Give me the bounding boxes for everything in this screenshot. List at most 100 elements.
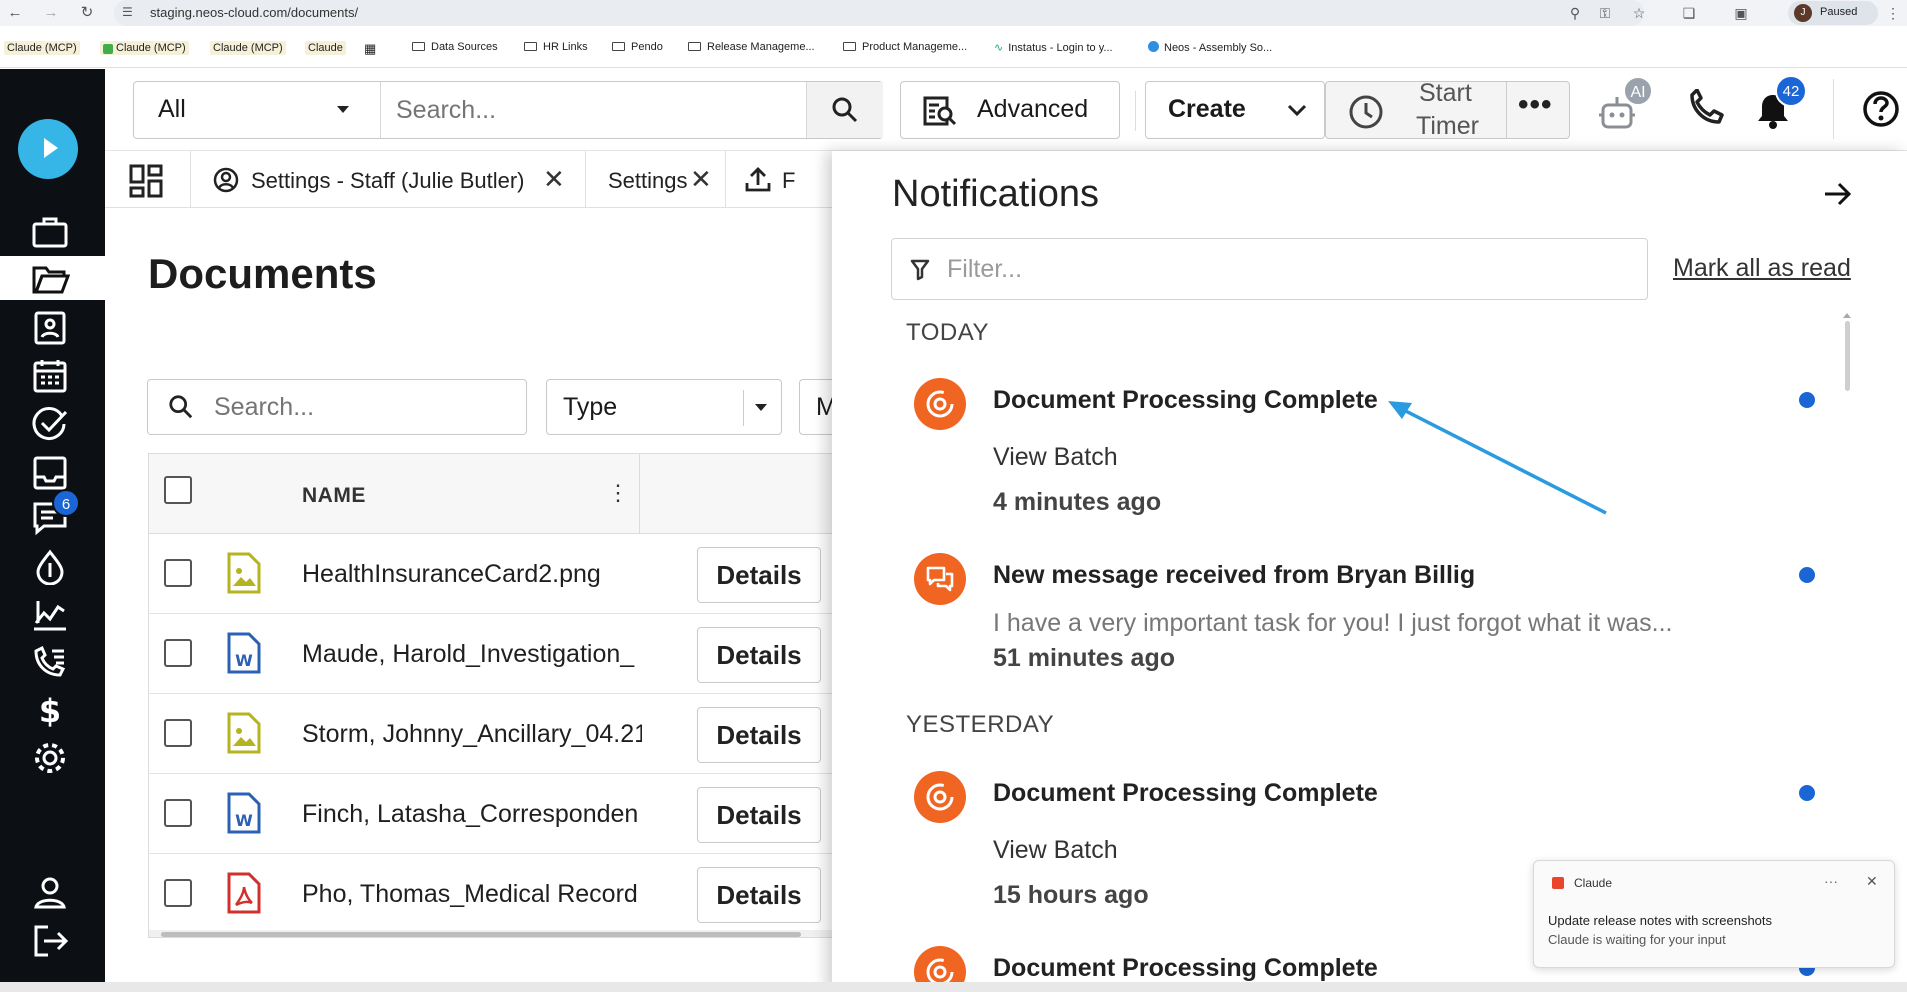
cast-icon[interactable]: ▣: [1732, 4, 1750, 22]
help-button[interactable]: [1861, 89, 1905, 133]
advanced-search-button[interactable]: Advanced: [900, 81, 1120, 139]
extensions-icon[interactable]: ❏: [1680, 4, 1698, 22]
sidebar-item-flow[interactable]: [0, 543, 105, 587]
type-filter[interactable]: Type: [546, 379, 782, 435]
sidebar-item-calls[interactable]: [0, 639, 105, 683]
bookmark-folder[interactable]: HR Links: [524, 41, 588, 53]
sidebar-item-cases[interactable]: [0, 209, 105, 253]
notification-item[interactable]: Document Processing Complete View Batch …: [832, 376, 1832, 526]
sidebar-item-billing[interactable]: $: [0, 686, 105, 730]
bookmark-item[interactable]: ∿ Instatus - Login to y...: [994, 41, 1113, 54]
bookmark-folder[interactable]: Pendo: [612, 41, 663, 53]
row-checkbox[interactable]: [164, 719, 192, 747]
zoom-icon[interactable]: ⚲: [1566, 4, 1584, 22]
create-button[interactable]: Create: [1145, 81, 1325, 139]
sidebar-item-calendar[interactable]: [0, 352, 105, 396]
column-menu-icon[interactable]: ⋮: [607, 480, 629, 506]
row-checkbox[interactable]: [164, 639, 192, 667]
vertical-scrollbar[interactable]: [1845, 321, 1850, 391]
bookmark-folder[interactable]: Data Sources: [412, 41, 498, 53]
more-options-icon[interactable]: ···: [1824, 873, 1838, 889]
back-icon[interactable]: ←: [4, 2, 26, 24]
global-search-input[interactable]: [396, 92, 796, 128]
bookmark-folder[interactable]: Product Manageme...: [843, 41, 967, 53]
app-logo[interactable]: [18, 119, 78, 179]
arrow-right-icon[interactable]: [1822, 179, 1854, 209]
view-batch-link[interactable]: View Batch: [993, 443, 1118, 472]
forward-icon[interactable]: →: [40, 2, 62, 24]
documents-search-input[interactable]: [214, 390, 514, 424]
bookmark-item[interactable]: Neos - Assembly So...: [1148, 41, 1272, 54]
unread-dot[interactable]: [1799, 567, 1815, 583]
dollar-icon: $: [39, 692, 61, 728]
tab-files[interactable]: F: [726, 151, 846, 208]
star-icon[interactable]: ☆: [1630, 4, 1648, 22]
table-row[interactable]: Storm, Johnny_Ancillary_04.21 Details: [149, 694, 838, 774]
notifications-filter-input[interactable]: [947, 251, 1627, 287]
tab-settings[interactable]: Settings ✕: [586, 151, 726, 208]
toast-notification[interactable]: Claude ··· ✕ Update release notes with s…: [1533, 860, 1895, 968]
bookmark-folder[interactable]: Release Manageme...: [688, 41, 815, 53]
file-name[interactable]: HealthInsuranceCard2.png: [302, 560, 642, 589]
reload-icon[interactable]: ↻: [76, 2, 98, 24]
close-icon[interactable]: ✕: [690, 164, 712, 195]
close-icon[interactable]: ✕: [543, 164, 565, 195]
row-checkbox[interactable]: [164, 559, 192, 587]
table-row[interactable]: HealthInsuranceCard2.png Details: [149, 534, 838, 614]
details-button[interactable]: Details: [697, 547, 821, 603]
bookmark-item[interactable]: Claude (MCP): [210, 41, 286, 55]
ai-assistant-button[interactable]: AI: [1593, 76, 1653, 135]
details-button[interactable]: Details: [697, 707, 821, 763]
sidebar-item-inbox[interactable]: [0, 449, 105, 493]
site-settings-icon[interactable]: ☰: [122, 5, 133, 19]
start-timer-button[interactable]: Start Timer •••: [1325, 79, 1570, 140]
search-button[interactable]: [806, 82, 883, 138]
select-all-checkbox[interactable]: [164, 476, 192, 504]
file-name[interactable]: Maude, Harold_Investigation_: [302, 640, 642, 669]
bookmark-item[interactable]: Claude (MCP): [100, 41, 189, 55]
apps-icon[interactable]: ▦: [364, 41, 376, 57]
file-name[interactable]: Storm, Johnny_Ancillary_04.21: [302, 720, 642, 749]
horizontal-scrollbar[interactable]: [149, 930, 838, 937]
bookmark-item[interactable]: Claude: [305, 41, 346, 55]
row-checkbox[interactable]: [164, 879, 192, 907]
unread-dot[interactable]: [1799, 785, 1815, 801]
view-batch-link[interactable]: View Batch: [993, 836, 1118, 865]
table-row[interactable]: W Finch, Latasha_Corresponden Details: [149, 774, 838, 854]
notification-item[interactable]: New message received from Bryan Billig I…: [832, 553, 1832, 683]
notification-title: Document Processing Complete: [993, 779, 1378, 807]
table-row[interactable]: Pho, Thomas_Medical Record Details: [149, 854, 838, 934]
file-name[interactable]: Pho, Thomas_Medical Record: [302, 880, 642, 909]
profile-chip[interactable]: J Paused: [1788, 1, 1878, 25]
details-button[interactable]: Details: [697, 787, 821, 843]
unread-dot[interactable]: [1799, 392, 1815, 408]
scroll-up-icon[interactable]: [1843, 313, 1851, 318]
tab-dashboard[interactable]: [105, 151, 191, 208]
sidebar-item-documents[interactable]: [0, 256, 105, 300]
file-name[interactable]: Finch, Latasha_Corresponden: [302, 800, 642, 829]
tab-settings-staff[interactable]: Settings - Staff (Julie Butler) ✕: [191, 151, 586, 208]
details-button[interactable]: Details: [697, 627, 821, 683]
notifications-button[interactable]: 42: [1750, 75, 1807, 137]
sidebar-item-reports[interactable]: [0, 591, 105, 635]
address-bar[interactable]: ☰ staging.neos-cloud.com/documents/: [114, 0, 1644, 26]
sidebar-item-contacts[interactable]: [0, 304, 105, 348]
bookmark-label: Product Manageme...: [862, 41, 968, 53]
sidebar-item-logout[interactable]: [0, 917, 105, 961]
scrollbar-thumb[interactable]: [161, 932, 801, 937]
row-checkbox[interactable]: [164, 799, 192, 827]
mark-all-read-link[interactable]: Mark all as read: [1673, 254, 1851, 283]
close-icon[interactable]: ✕: [1866, 873, 1878, 890]
menu-icon[interactable]: ⋮: [1884, 4, 1902, 22]
more-options-icon[interactable]: •••: [1518, 88, 1553, 122]
sidebar-item-profile[interactable]: [0, 869, 105, 913]
bookmark-item[interactable]: Claude (MCP): [4, 41, 80, 55]
sidebar-item-settings[interactable]: [0, 734, 105, 778]
name-column-header[interactable]: NAME: [302, 484, 366, 508]
table-row[interactable]: W Maude, Harold_Investigation_ Details: [149, 614, 838, 694]
key-icon[interactable]: ⚿: [1596, 4, 1614, 22]
sidebar-item-tasks[interactable]: [0, 400, 105, 444]
scope-select[interactable]: All: [134, 82, 381, 138]
details-button[interactable]: Details: [697, 867, 821, 923]
phone-button[interactable]: [1685, 88, 1729, 133]
